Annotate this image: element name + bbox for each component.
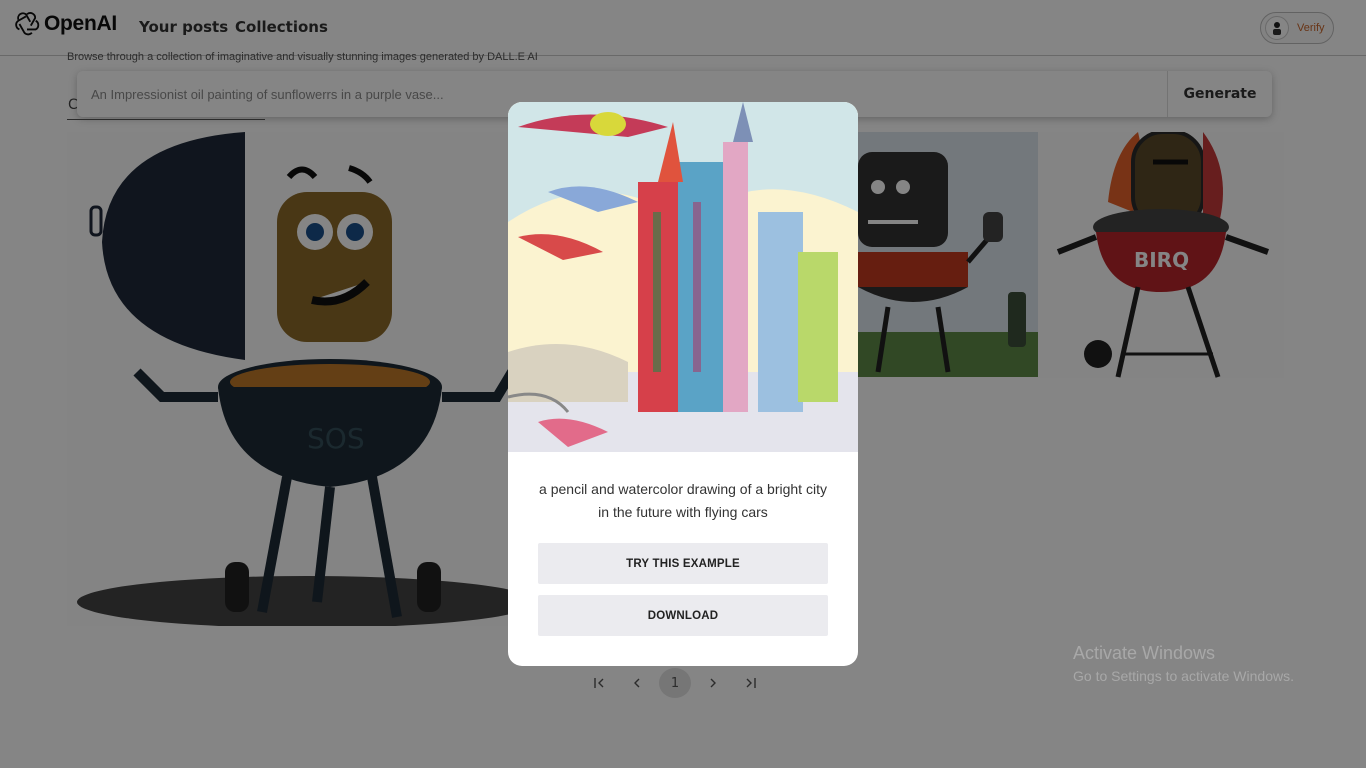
modal-image-future-city bbox=[508, 102, 858, 452]
activate-windows-subtitle: Go to Settings to activate Windows. bbox=[1073, 668, 1294, 684]
future-city-watercolor bbox=[508, 102, 858, 452]
image-caption: a pencil and watercolor drawing of a bri… bbox=[539, 481, 827, 520]
activate-windows-title: Activate Windows bbox=[1073, 643, 1216, 663]
image-detail-modal: a pencil and watercolor drawing of a bri… bbox=[508, 102, 858, 666]
try-this-example-button[interactable]: TRY THIS EXAMPLE bbox=[538, 543, 828, 584]
download-button[interactable]: DOWNLOAD bbox=[538, 595, 828, 636]
